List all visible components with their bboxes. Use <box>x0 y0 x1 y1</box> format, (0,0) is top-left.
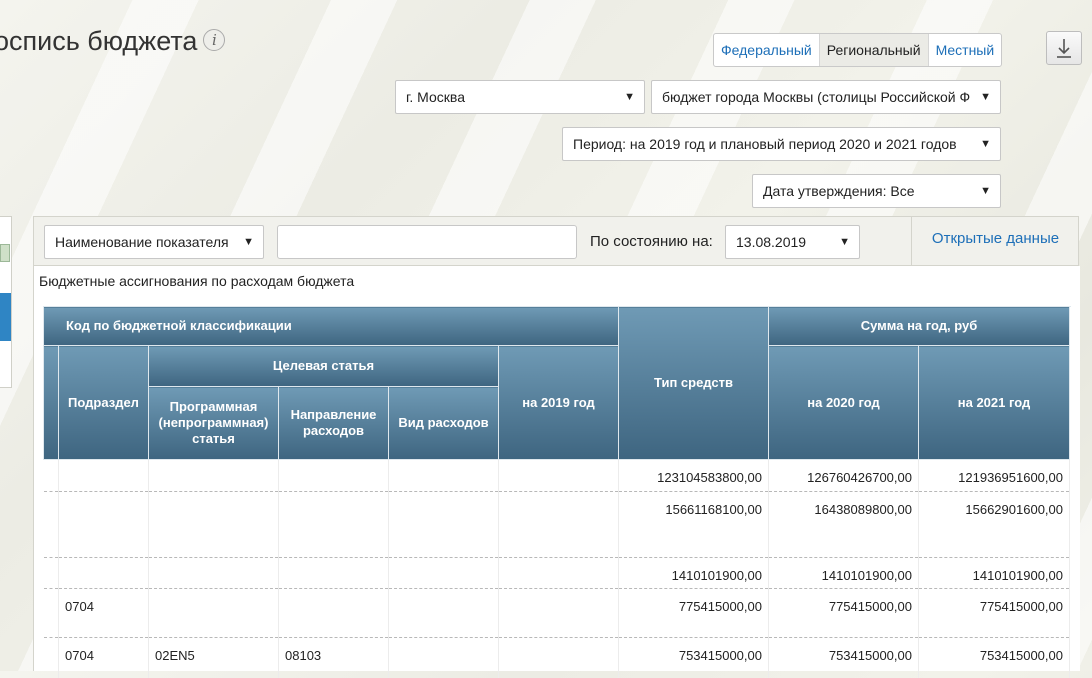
cell-program: 02EN5 <box>148 637 279 678</box>
header-year-2020: на 2020 год <box>768 345 919 460</box>
cell-fund <box>498 557 619 589</box>
cell-2021: 121936951600,00 <box>918 459 1070 492</box>
cell-2020: 1410101900,00 <box>768 557 919 589</box>
cell-2021: 15662901600,00 <box>918 491 1070 558</box>
header-program-article: Программная (непрограммная) статья <box>148 386 279 460</box>
page-title-text: оспись бюджета <box>0 26 198 56</box>
cell-expense <box>388 459 499 492</box>
period-select-value: Период: на 2019 год и плановый период 20… <box>573 136 957 152</box>
approval-date-select[interactable]: Дата утверждения: Все ▼ <box>752 174 1001 208</box>
header-expense-type: Вид расходов <box>388 386 499 460</box>
cell-direction <box>278 557 389 589</box>
cell-direction <box>278 588 389 638</box>
cell-subsection: 0704 <box>58 588 149 638</box>
header-direction: Направление расходов <box>278 386 389 460</box>
header-fund-type: Тип средств <box>618 306 769 460</box>
cell-direction: 08103 <box>278 637 389 678</box>
open-data-link[interactable]: Открытые данные <box>911 216 1079 266</box>
cell-program <box>148 588 279 638</box>
header-code-group: Код по бюджетной классификации <box>43 306 619 346</box>
cell-2019: 753415000,00 <box>618 637 769 678</box>
region-select[interactable]: г. Москва ▼ <box>395 80 645 114</box>
state-date-label: По состоянию на: <box>590 233 713 250</box>
budget-select[interactable]: бюджет города Москвы (столицы Российской… <box>651 80 1001 114</box>
chevron-down-icon: ▼ <box>839 236 850 248</box>
state-date-select-value: 13.08.2019 <box>736 234 807 250</box>
cell-direction <box>278 491 389 558</box>
cell-subsection <box>58 491 149 558</box>
download-icon <box>1057 39 1071 58</box>
cell-2019: 1410101900,00 <box>618 557 769 589</box>
approval-date-select-value: Дата утверждения: Все <box>763 183 915 199</box>
chevron-down-icon: ▼ <box>980 91 991 103</box>
cell-fund <box>498 459 619 492</box>
header-year-2019: на 2019 год <box>498 345 619 460</box>
cell-program <box>148 557 279 589</box>
header-year-2021: на 2021 год <box>918 345 1070 460</box>
table-row[interactable]: 123104583800,00 126760426700,00 1219369516… <box>43 459 1070 492</box>
side-panel-icon[interactable] <box>0 244 10 262</box>
table-row[interactable]: 1410101900,00 1410101900,00 1410101900,00 <box>43 557 1070 589</box>
cell-expense <box>388 557 499 589</box>
table-row[interactable]: 0704 02EN5 08103 753415000,00 753415000,00 7… <box>43 637 1070 678</box>
side-panel-active-tab[interactable] <box>0 293 11 341</box>
cell-expense <box>388 637 499 678</box>
cell-expense <box>388 491 499 558</box>
cell-fund <box>498 637 619 678</box>
header-sum-group: Сумма на год, руб <box>768 306 1070 346</box>
level-local-button[interactable]: Местный <box>929 34 1002 66</box>
info-icon[interactable]: i <box>203 28 226 51</box>
cell-2019: 775415000,00 <box>618 588 769 638</box>
budget-table: Код по бюджетной классификации Тип средс… <box>43 306 1070 678</box>
cell-2021: 753415000,00 <box>918 637 1070 678</box>
table-row[interactable]: 15661168100,00 16438089800,00 15662901600,… <box>43 491 1070 558</box>
chevron-down-icon: ▼ <box>624 91 635 103</box>
chevron-down-icon: ▼ <box>243 236 254 248</box>
cell-2020: 775415000,00 <box>768 588 919 638</box>
chevron-down-icon: ▼ <box>980 138 991 150</box>
indicator-search-input[interactable] <box>277 225 577 259</box>
cell-2020: 753415000,00 <box>768 637 919 678</box>
cell-2021: 775415000,00 <box>918 588 1070 638</box>
download-button[interactable] <box>1046 31 1082 65</box>
section-title: Бюджетные ассигнования по расходам бюдже… <box>39 273 355 289</box>
cell-fund <box>498 588 619 638</box>
cell-2020: 126760426700,00 <box>768 459 919 492</box>
cell-2019: 123104583800,00 <box>618 459 769 492</box>
cell-program <box>148 459 279 492</box>
cell-2019: 15661168100,00 <box>618 491 769 558</box>
cell-2020: 16438089800,00 <box>768 491 919 558</box>
cell-subsection <box>58 557 149 589</box>
cell-direction <box>278 459 389 492</box>
header-target-article: Целевая статья <box>148 345 499 387</box>
level-federal-button[interactable]: Федеральный <box>714 34 820 66</box>
cell-program <box>148 491 279 558</box>
cell-2021: 1410101900,00 <box>918 557 1070 589</box>
level-regional-button[interactable]: Региональный <box>819 34 929 66</box>
header-blank <box>43 345 59 460</box>
budget-level-switch: Федеральный Региональный Местный <box>713 33 1003 67</box>
state-date-select[interactable]: 13.08.2019 ▼ <box>725 225 860 259</box>
budget-select-value: бюджет города Москвы (столицы Российской… <box>662 89 971 105</box>
period-select[interactable]: Период: на 2019 год и плановый период 20… <box>562 127 1001 161</box>
cell-expense <box>388 588 499 638</box>
side-panel <box>0 216 12 388</box>
cell-subsection <box>58 459 149 492</box>
chevron-down-icon: ▼ <box>980 185 991 197</box>
table-row[interactable]: 0704 775415000,00 775415000,00 775415000,0… <box>43 588 1070 638</box>
region-select-value: г. Москва <box>406 89 465 105</box>
page-title: оспись бюджета i <box>0 26 226 57</box>
cell-fund <box>498 491 619 558</box>
indicator-select[interactable]: Наименование показателя ▼ <box>44 225 264 259</box>
cell-subsection: 0704 <box>58 637 149 678</box>
header-subsection: Подраздел <box>58 345 149 460</box>
indicator-select-value: Наименование показателя <box>55 234 229 250</box>
